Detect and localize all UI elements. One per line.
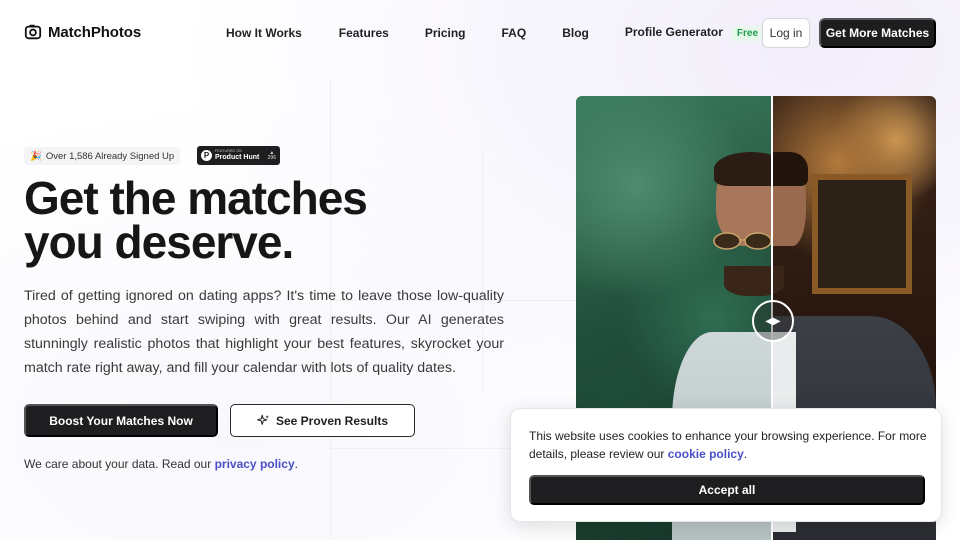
nav-how-it-works[interactable]: How It Works	[226, 26, 302, 40]
signup-count-badge: 🎉 Over 1,586 Already Signed Up	[24, 147, 181, 165]
signup-count-text: Over 1,586 Already Signed Up	[45, 150, 175, 162]
nav-profile-generator-label: Profile Generator	[624, 25, 723, 39]
privacy-policy-link[interactable]: privacy policy	[215, 457, 295, 471]
product-hunt-badge[interactable]: P FEATURED ON Product Hunt ▲ 296	[197, 146, 280, 165]
nav-pricing[interactable]: Pricing	[425, 26, 466, 40]
portrait-frame	[812, 174, 912, 294]
hair-after	[772, 152, 808, 186]
beard	[724, 266, 784, 296]
see-proven-results-button[interactable]: See Proven Results	[230, 404, 415, 437]
product-hunt-icon: P	[201, 150, 212, 161]
boost-matches-button[interactable]: Boost Your Matches Now	[24, 404, 218, 437]
upvote-count: ▲ 296	[267, 149, 276, 161]
login-button[interactable]: Log in	[762, 18, 810, 48]
privacy-period: .	[294, 457, 298, 471]
camera-icon	[24, 24, 42, 40]
sparkle-icon	[257, 414, 269, 425]
get-more-matches-button[interactable]: Get More Matches	[819, 18, 936, 48]
nav-blog[interactable]: Blog	[562, 26, 589, 40]
privacy-note: We care about your data. Read our privac…	[24, 457, 298, 471]
brand-name: MatchPhotos	[48, 23, 142, 41]
top-nav: MatchPhotos How It Works Features Pricin…	[0, 0, 960, 66]
free-badge: Free	[730, 26, 765, 41]
compare-arrows-icon[interactable]: ◀▶	[752, 300, 794, 342]
grid-line	[330, 448, 510, 449]
nav-profile-generator[interactable]: Profile Generator Free	[624, 25, 765, 41]
upvote-number: 296	[267, 154, 276, 161]
cookie-banner: This website uses cookies to enhance you…	[510, 408, 942, 522]
cookie-period: .	[743, 447, 748, 461]
hero-headline: Get the matches you deserve.	[24, 175, 444, 265]
nav-features[interactable]: Features	[339, 26, 389, 40]
headline-line-2: you deserve.	[24, 216, 294, 268]
sunglasses-icon	[713, 232, 772, 250]
privacy-text: We care about your data. Read our	[24, 457, 212, 471]
nav-links: How It Works Features Pricing FAQ Blog P…	[226, 25, 765, 41]
accept-all-button[interactable]: Accept all	[529, 475, 925, 505]
product-hunt-text: FEATURED ON Product Hunt	[215, 150, 259, 161]
party-emoji-icon: 🎉	[30, 150, 42, 162]
hero-description: Tired of getting ignored on dating apps?…	[24, 288, 504, 376]
cookie-policy-link[interactable]: cookie policy	[668, 447, 744, 461]
nav-faq[interactable]: FAQ	[502, 26, 527, 40]
cookie-text: This website uses cookies to enhance you…	[529, 427, 929, 463]
brand-logo[interactable]: MatchPhotos	[24, 23, 141, 41]
see-proven-results-label: See Proven Results	[275, 413, 389, 428]
product-hunt-name: Product Hunt	[215, 153, 260, 161]
